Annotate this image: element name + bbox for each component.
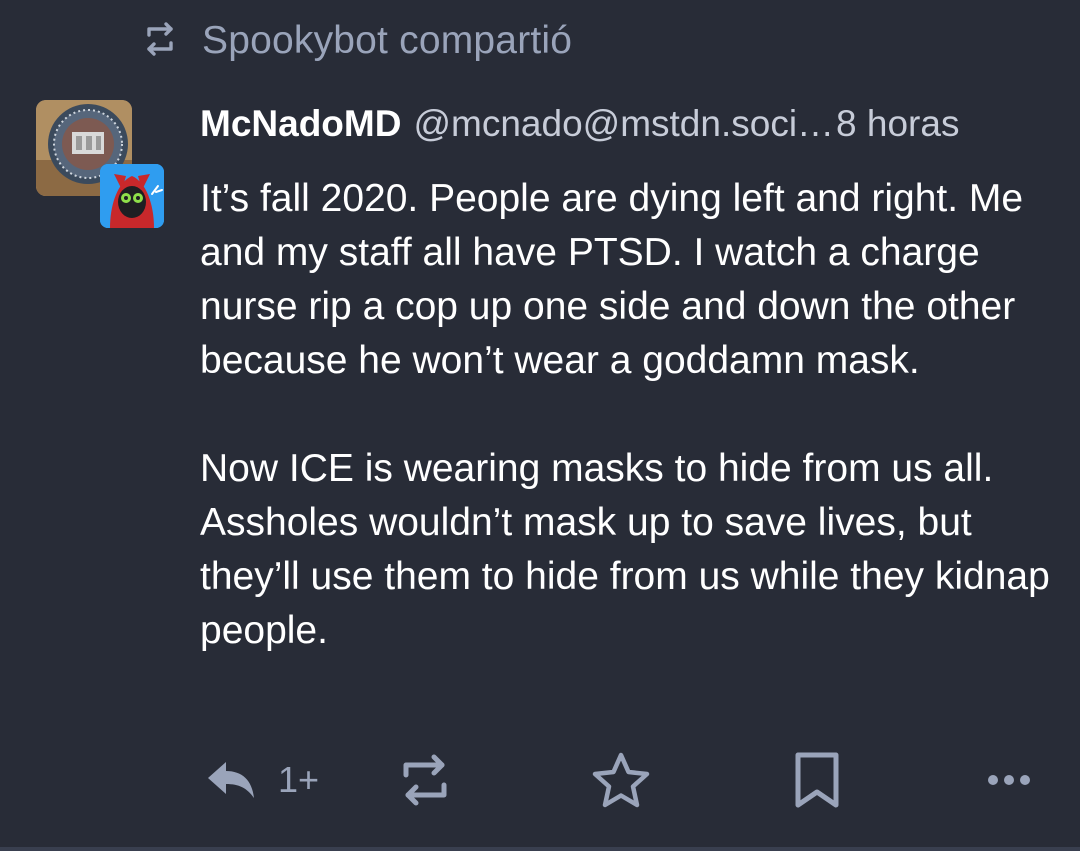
star-icon xyxy=(590,751,652,809)
boost-icon xyxy=(396,751,454,809)
display-name[interactable]: McNadoMD xyxy=(200,103,401,145)
post-paragraph: Now ICE is wearing masks to hide from us… xyxy=(200,447,1050,652)
bookmark-button[interactable] xyxy=(792,745,842,815)
reply-button[interactable]: 1+ xyxy=(204,745,319,815)
post-timestamp[interactable]: 8 horas xyxy=(836,103,959,145)
bookmark-icon xyxy=(792,751,842,809)
reply-count: 1+ xyxy=(278,759,320,800)
post-header: McNadoMD @mcnado@mstdn.soci… 8 horas xyxy=(200,96,1045,152)
action-bar: 1+ xyxy=(200,745,1060,815)
boost-header[interactable]: Spookybot compartió xyxy=(140,16,572,66)
favourite-button[interactable] xyxy=(590,745,652,815)
booster-avatar[interactable] xyxy=(100,164,164,228)
boost-button[interactable] xyxy=(396,745,454,815)
divider xyxy=(0,847,1080,851)
boost-icon xyxy=(140,19,180,64)
boost-label[interactable]: Spookybot compartió xyxy=(202,19,572,63)
avatar-stack[interactable] xyxy=(36,100,166,230)
post-paragraph: It’s fall 2020. People are dying left an… xyxy=(200,177,1024,382)
account-handle[interactable]: @mcnado@mstdn.soci… xyxy=(413,103,834,145)
more-icon xyxy=(986,773,1032,787)
more-options-button[interactable] xyxy=(986,745,1032,815)
post-content[interactable]: It’s fall 2020. People are dying left an… xyxy=(200,172,1060,658)
reply-icon xyxy=(204,758,256,802)
